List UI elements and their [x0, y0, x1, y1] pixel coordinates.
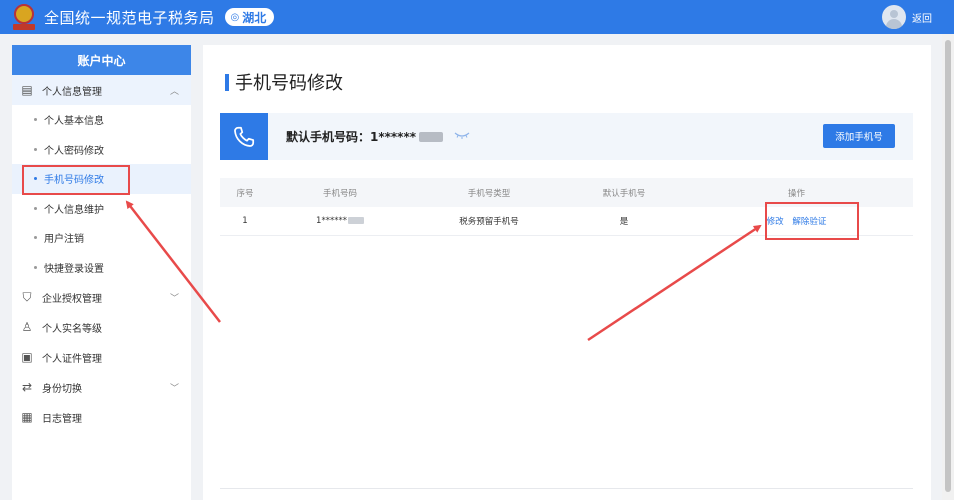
user-menu[interactable]: 返回 [882, 5, 932, 29]
sidebar-group-label: 个人信息管理 [42, 86, 102, 98]
page-title: 手机号码修改 [225, 69, 343, 95]
masked-digits [419, 131, 444, 142]
user-icon: ♙ [21, 320, 33, 334]
annotation-box-sidebar [22, 165, 130, 195]
document-icon: ▤ [21, 83, 33, 97]
add-phone-button[interactable]: 添加手机号 [823, 124, 895, 148]
tax-emblem-icon [12, 4, 36, 30]
avatar[interactable] [882, 5, 906, 29]
page-scrollbar[interactable] [942, 34, 954, 500]
sidebar-item-password[interactable]: 个人密码修改 [12, 135, 191, 165]
annotation-box-actions [765, 202, 859, 240]
user-name[interactable]: 返回 [912, 10, 932, 25]
shield-check-icon: ⛉ [22, 289, 32, 304]
sidebar-group-logs[interactable]: ▦ 日志管理 [12, 402, 191, 432]
sidebar-group-enterprise-auth[interactable]: ⛉ 企业授权管理 ﹀ [12, 282, 191, 312]
sidebar-group-certificates[interactable]: ▣ 个人证件管理 [12, 342, 191, 372]
region-label: 湖北 [242, 10, 267, 25]
sidebar-group-identity-switch[interactable]: ⇄ 身份切换 ﹀ [12, 372, 191, 402]
sidebar: 账户中心 ▤ 个人信息管理 ︿ 个人基本信息 个人密码修改 手机号码修改 个人信… [12, 45, 191, 500]
sidebar-group-realname-level[interactable]: ♙ 个人实名等级 [12, 312, 191, 342]
log-icon: ▦ [21, 410, 33, 424]
id-card-icon: ▣ [21, 350, 33, 364]
main-panel: 手机号码修改 默认手机号码：1****** 添加手机号 序号 手机号码 手机号类… [203, 45, 931, 500]
phone-icon [220, 113, 268, 160]
top-header: 全国统一规范电子税务局 ◎ 湖北 返回 [0, 0, 954, 34]
sidebar-group-personal-info[interactable]: ▤ 个人信息管理 ︿ [12, 75, 191, 105]
switch-icon: ⇄ [21, 380, 33, 394]
sidebar-item-basic-info[interactable]: 个人基本信息 [12, 105, 191, 135]
site-title: 全国统一规范电子税务局 [44, 8, 215, 27]
sidebar-title: 账户中心 [12, 45, 191, 75]
sidebar-item-info-maintain[interactable]: 个人信息维护 [12, 194, 191, 224]
location-pin-icon: ◎ [230, 11, 240, 23]
region-selector[interactable]: ◎ 湖北 [224, 8, 275, 26]
chevron-down-icon: ﹀ [169, 383, 179, 394]
default-phone-card: 默认手机号码：1****** 添加手机号 [220, 113, 913, 160]
sidebar-item-quick-login[interactable]: 快捷登录设置 [12, 253, 191, 283]
chevron-down-icon: ﹀ [169, 293, 179, 304]
sidebar-item-deregister[interactable]: 用户注销 [12, 223, 191, 253]
default-phone-label: 默认手机号码：1****** [286, 130, 417, 144]
eye-closed-icon[interactable] [454, 129, 470, 141]
chevron-up-icon: ︿ [169, 86, 179, 97]
scroll-thumb[interactable] [945, 40, 951, 492]
